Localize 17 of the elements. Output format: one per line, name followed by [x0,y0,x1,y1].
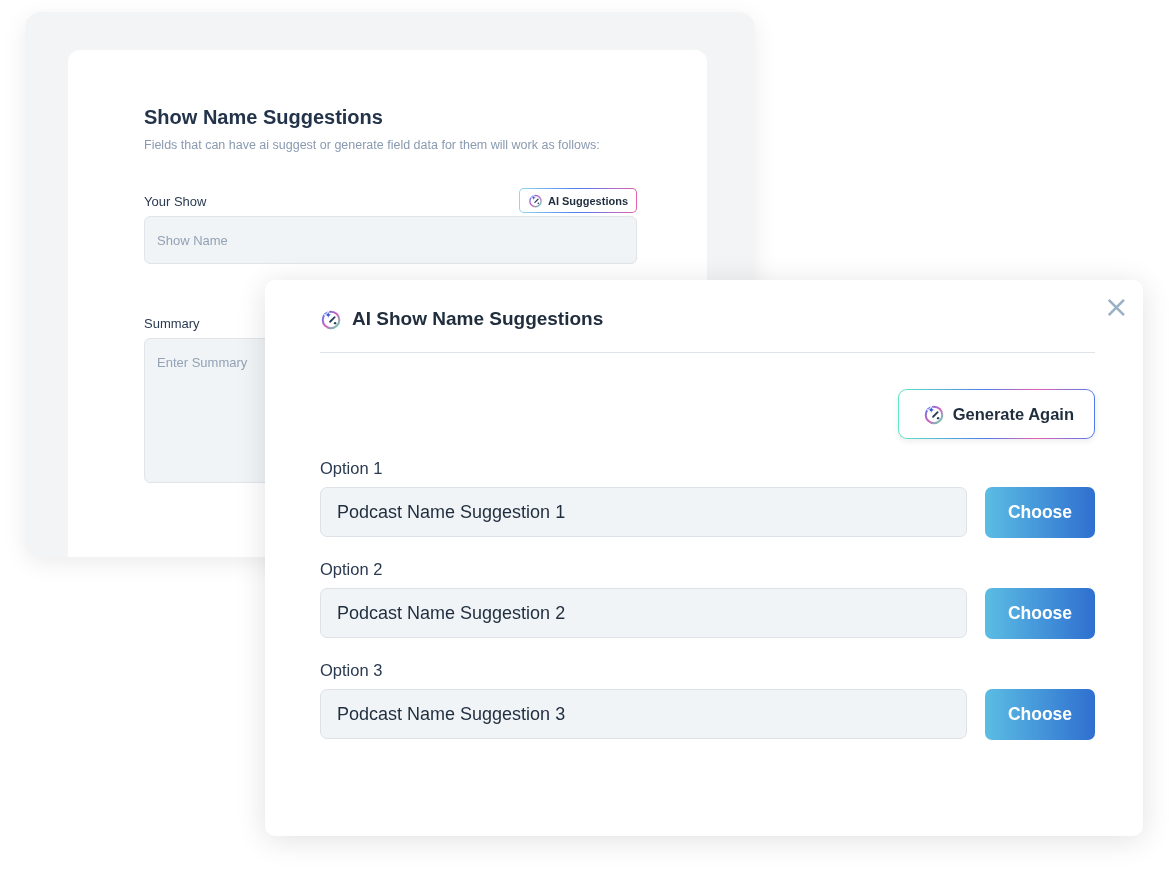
suggestion-field[interactable]: Podcast Name Suggestion 2 [320,588,967,638]
ai-suggestions-button[interactable]: AI Suggestions [518,188,637,213]
form-description: Fields that can have ai suggest or generate field data for them will work as follows: [144,138,601,152]
field-label: Your Show [144,194,207,209]
option-label: Option 2 [320,560,384,579]
input-field[interactable]: Show Name [144,216,637,264]
field-label: Summary [144,316,200,331]
option-label: Option 3 [320,661,384,680]
suggestion-field[interactable]: Podcast Name Suggestion 3 [320,689,967,739]
generate-again-button[interactable]: Generate Again [897,389,1095,439]
option-label: Option 1 [320,459,384,478]
sparkle-icon [922,403,945,425]
sparkle-icon [320,308,342,330]
suggestion-field[interactable]: Podcast Name Suggestion 1 [320,487,967,537]
dialog-title: AI Show Name Suggestions [352,308,604,330]
sparkle-icon [527,193,543,208]
form-title: Show Name Suggestions [144,106,384,129]
